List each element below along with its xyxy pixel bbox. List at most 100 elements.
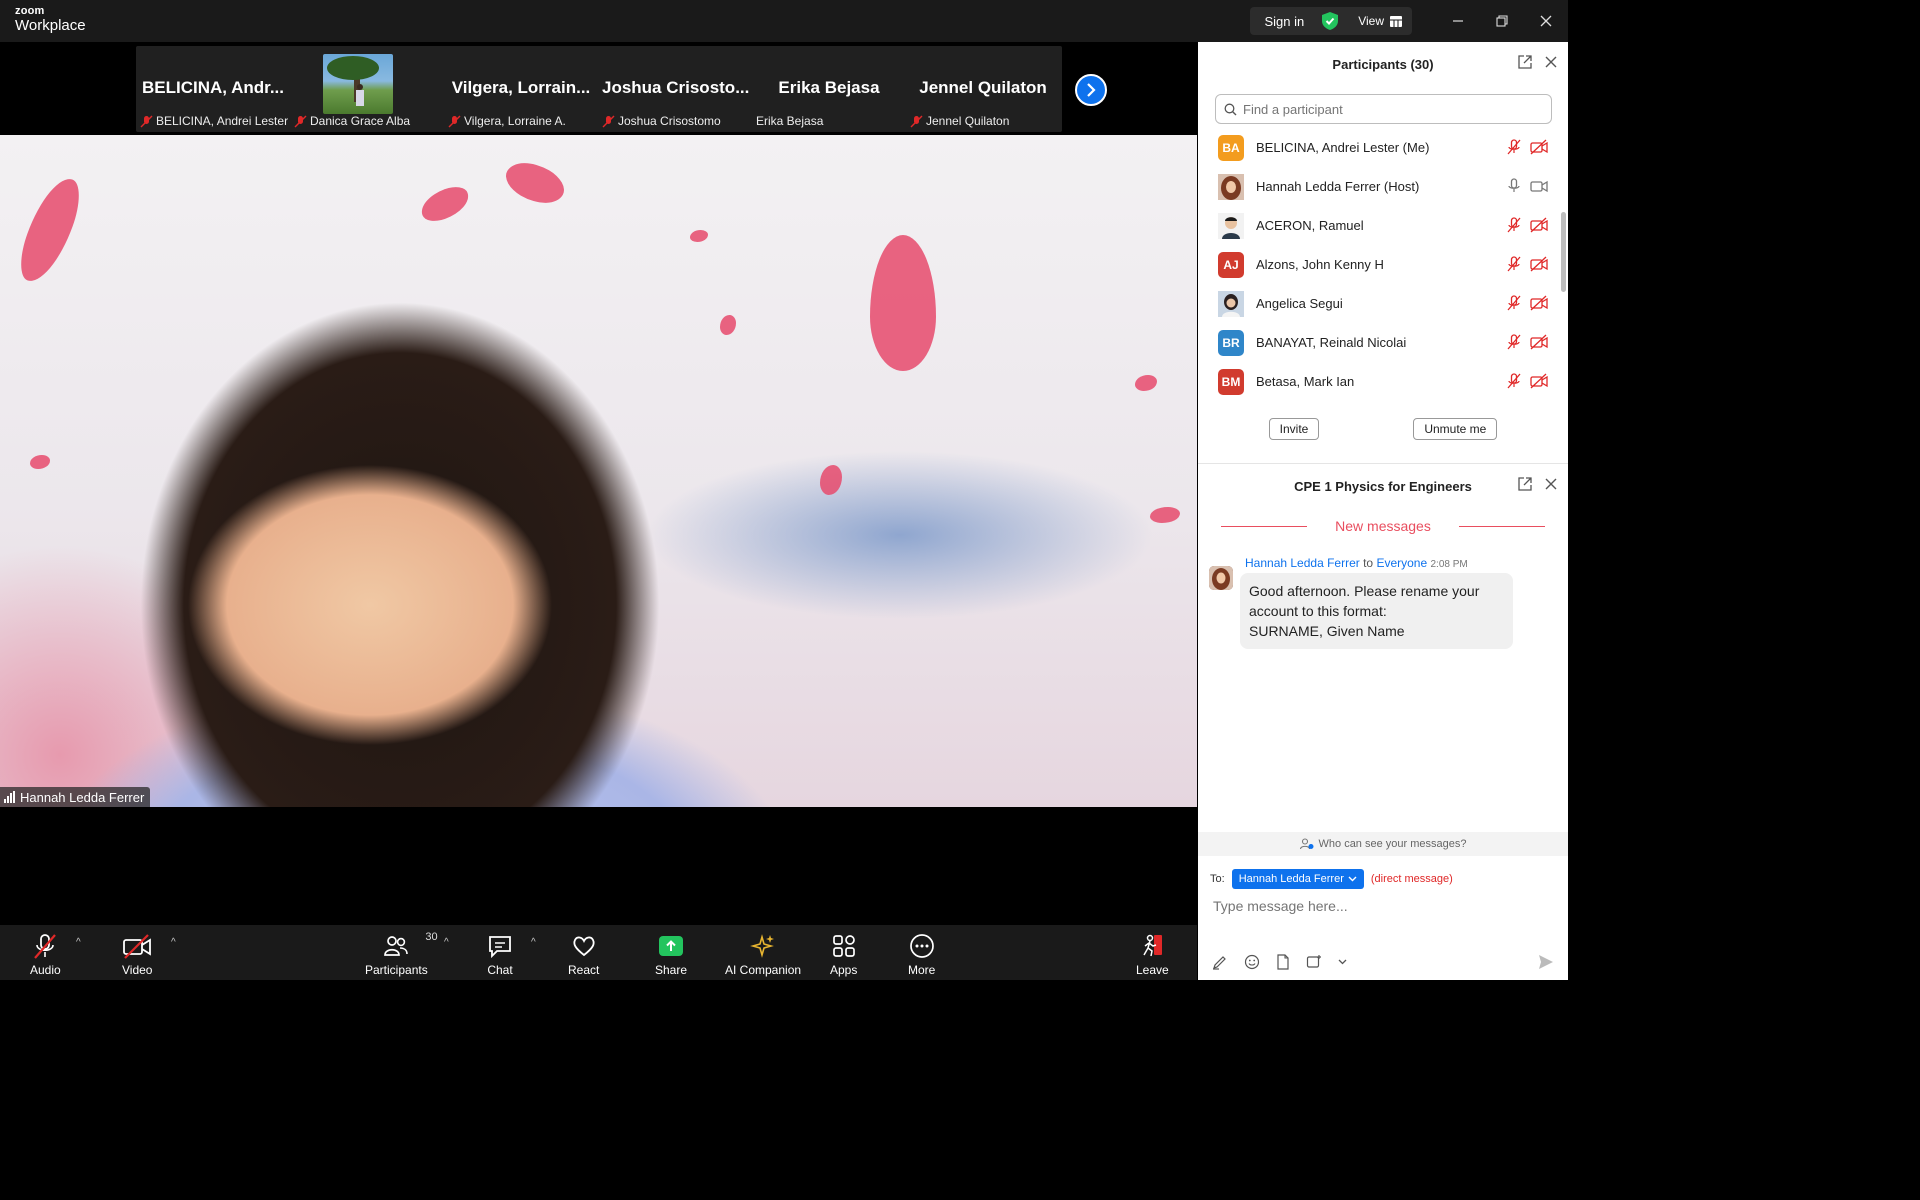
title-bar: zoom Workplace Sign in View [0,0,1568,42]
video-off-icon[interactable] [1530,295,1548,311]
chevron-down-icon[interactable] [1338,959,1347,965]
sender-name[interactable]: Hannah Ledda Ferrer [1245,556,1360,570]
message-line: account to this format: [1249,603,1387,619]
next-page-button[interactable] [1075,74,1107,106]
participant-row[interactable]: AJ Alzons, John Kenny H [1198,245,1568,284]
pop-out-icon[interactable] [1518,477,1532,491]
background-petal [720,315,736,335]
file-icon[interactable] [1276,954,1290,970]
message-line: Good afternoon. Please rename your [1249,583,1480,599]
participant-tile[interactable]: Joshua Crisosto... Joshua Crisostomo [598,46,752,132]
search-input[interactable] [1243,101,1523,117]
muted-mic-icon [602,115,615,127]
participant-search[interactable] [1215,94,1552,124]
background-petal [12,171,88,289]
muted-mic-icon[interactable] [1506,139,1522,155]
unmute-me-button[interactable]: Unmute me [1413,418,1498,440]
tile-label: Jennel Quilaton [910,114,1009,128]
tile-label: Joshua Crisostomo [602,114,721,128]
participant-row[interactable]: BA BELICINA, Andrei Lester (Me) [1198,128,1568,167]
video-off-icon[interactable] [1530,256,1548,272]
tile-label-text: Erika Bejasa [756,114,824,128]
react-button[interactable]: React [568,933,599,977]
participant-tile[interactable]: Erika Bejasa Erika Bejasa [752,46,906,132]
apps-icon [832,935,855,957]
participant-tile[interactable]: Danica Grace Alba [290,46,444,132]
active-speaker-video[interactable]: Hannah Ledda Ferrer [0,135,1197,807]
view-button[interactable]: View [1358,14,1402,28]
share-button[interactable]: Share [655,933,687,977]
message-bubble[interactable]: Good afternoon. Please rename your accou… [1240,573,1513,649]
video-off-icon[interactable] [1530,217,1548,233]
video-button[interactable]: Video [122,933,152,977]
leave-button[interactable]: Leave [1136,933,1169,977]
meeting-toolbar: Audio ^ Video ^ 30 Participants ^ Chat ^… [0,925,1197,980]
who-can-see-link[interactable]: Who can see your messages? [1198,832,1568,856]
ai-companion-label: AI Companion [725,963,802,977]
avatar: BA [1218,134,1244,161]
audio-options-caret[interactable]: ^ [76,937,81,948]
muted-mic-icon[interactable] [1506,256,1522,272]
mic-icon[interactable] [1506,178,1522,194]
close-icon[interactable] [1544,477,1558,491]
participants-panel: Participants (30) BA BELICINA, Andrei Le… [1198,42,1568,463]
chevron-right-icon [1087,83,1096,97]
pop-out-icon[interactable] [1518,55,1532,69]
participants-title: Participants (30) [1332,56,1434,72]
speaker-name: Hannah Ledda Ferrer [20,789,145,805]
grid-icon [1390,15,1402,27]
video-off-icon[interactable] [1530,334,1548,350]
background-petal [1150,507,1180,523]
emoji-icon[interactable] [1244,954,1260,970]
close-icon[interactable] [1544,55,1558,69]
participants-options-caret[interactable]: ^ [444,937,449,948]
participant-tile[interactable]: Vilgera, Lorrain... Vilgera, Lorraine A. [444,46,598,132]
participant-tile[interactable]: Jennel Quilaton Jennel Quilaton [906,46,1060,132]
invite-button[interactable]: Invite [1268,418,1320,440]
participant-row[interactable]: BM Betasa, Mark Ian [1198,362,1568,401]
new-messages-label: New messages [1335,518,1431,534]
screenshot-icon[interactable] [1306,954,1322,970]
sign-in-button[interactable]: Sign in [1264,14,1304,29]
send-icon[interactable] [1538,954,1554,970]
tile-label-text: BELICINA, Andrei Lester [156,114,289,128]
message-time: 2:08 PM [1430,559,1468,570]
react-label: React [568,963,600,977]
video-off-icon[interactable] [1530,373,1548,389]
participant-list-scrollbar[interactable] [1561,212,1566,292]
more-button[interactable]: More [908,933,935,977]
background-petal [870,235,936,371]
minimize-icon [1453,20,1463,22]
share-screen-icon [659,936,684,956]
muted-mic-icon [34,934,57,959]
audio-button[interactable]: Audio [30,933,61,977]
participants-button[interactable]: 30 Participants [365,931,438,977]
video-off-icon[interactable] [1530,139,1548,155]
participant-row[interactable]: Hannah Ledda Ferrer (Host) [1198,167,1568,206]
video-options-caret[interactable]: ^ [171,937,176,948]
ai-companion-button[interactable]: AI Companion [725,933,801,977]
apps-button[interactable]: Apps [830,933,857,977]
format-icon[interactable] [1212,954,1228,970]
chat-button[interactable]: Chat [487,933,513,977]
chat-options-caret[interactable]: ^ [531,937,536,948]
video-icon[interactable] [1530,178,1548,194]
restore-button[interactable] [1480,0,1524,42]
participant-row[interactable]: Angelica Segui [1198,284,1568,323]
recipient-dropdown[interactable]: Hannah Ledda Ferrer [1231,869,1364,889]
muted-mic-icon[interactable] [1506,373,1522,389]
message-input[interactable] [1213,898,1543,914]
muted-mic-icon[interactable] [1506,295,1522,311]
participant-row[interactable]: ACERON, Ramuel [1198,206,1568,245]
restore-icon [1496,15,1508,27]
minimize-button[interactable] [1436,0,1480,42]
participant-tile[interactable]: BELICINA, Andr... BELICINA, Andrei Leste… [136,46,290,132]
message-line: SURNAME, Given Name [1249,623,1405,639]
close-window-button[interactable] [1524,0,1568,42]
participant-row[interactable]: BR BANAYAT, Reinald Nicolai [1198,323,1568,362]
muted-mic-icon[interactable] [1506,217,1522,233]
background-petal [500,152,570,214]
encryption-shield-icon[interactable] [1322,12,1339,30]
muted-mic-icon[interactable] [1506,334,1522,350]
participants-icon [384,936,409,956]
